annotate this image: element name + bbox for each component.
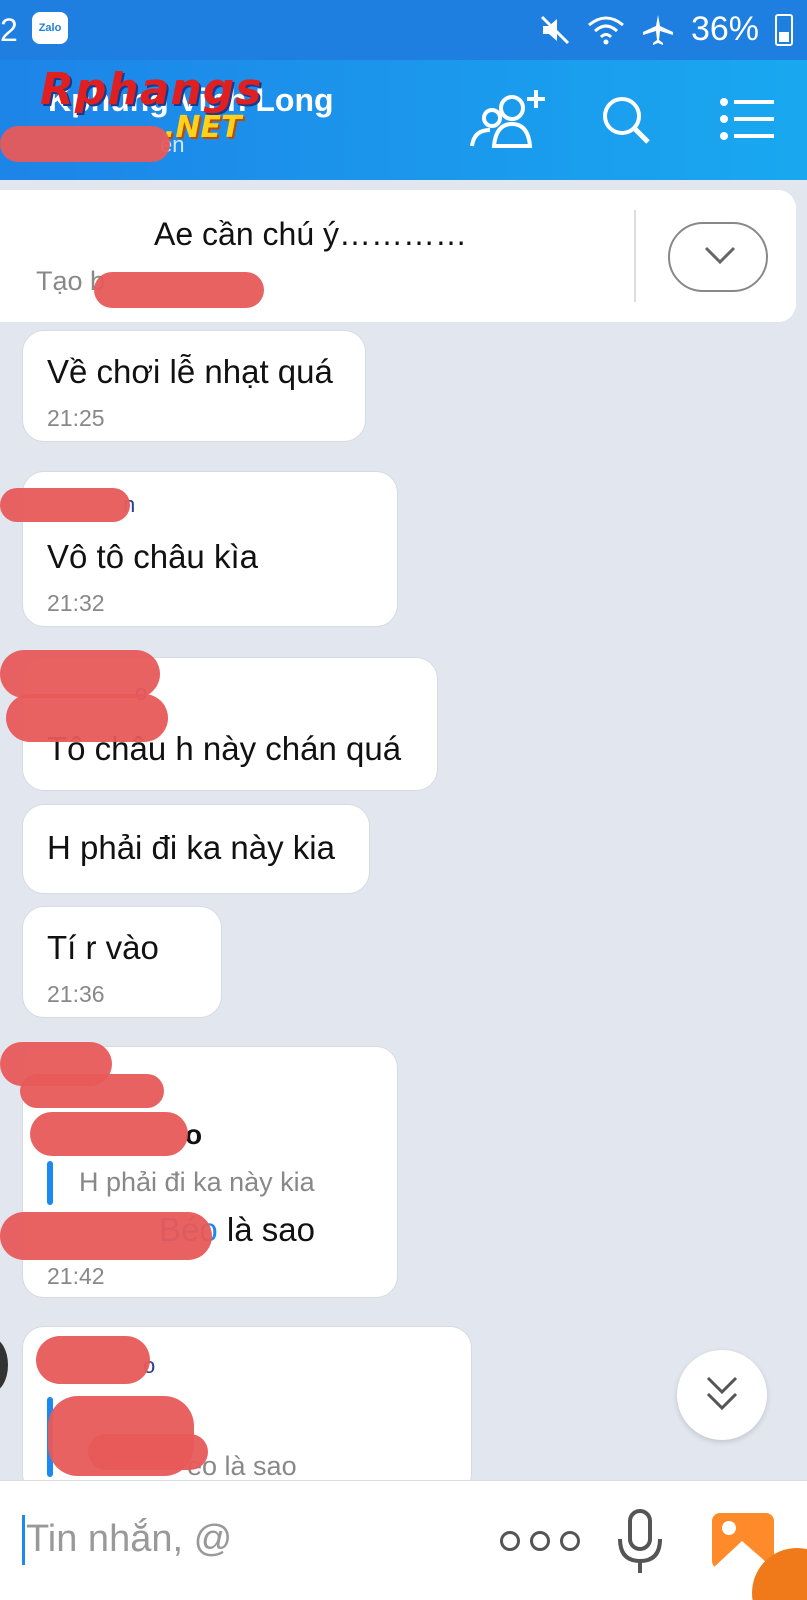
redaction-mark bbox=[30, 1112, 188, 1156]
message-input-bar bbox=[0, 1480, 807, 1600]
message-time: 21:32 bbox=[47, 590, 105, 616]
message-time: 21:36 bbox=[47, 981, 105, 1007]
message-bubble[interactable]: Về chơi lễ nhạt quá 21:25 bbox=[22, 330, 366, 442]
zalo-app-icon: Zalo bbox=[32, 12, 68, 44]
chat-header: Kphung Vinh Long en Rphangs .NET bbox=[0, 60, 807, 180]
scroll-to-bottom-button[interactable] bbox=[677, 1350, 767, 1440]
microphone-icon[interactable] bbox=[612, 1507, 668, 1577]
redaction-mark bbox=[94, 272, 264, 308]
watermark-suffix: .NET bbox=[164, 110, 242, 145]
redaction-mark bbox=[20, 1074, 164, 1108]
redaction-mark bbox=[0, 488, 130, 522]
pinned-text: Ae cần chú ý………… bbox=[154, 216, 467, 252]
redaction-mark bbox=[6, 694, 168, 742]
battery-icon bbox=[775, 13, 793, 46]
message-bubble[interactable]: Tí r vào 21:36 bbox=[22, 906, 222, 1018]
menu-list-icon[interactable] bbox=[720, 98, 774, 140]
text-cursor bbox=[22, 1515, 25, 1565]
divider bbox=[634, 210, 636, 302]
status-number: 2 bbox=[0, 12, 18, 48]
message-text: Vô tô châu kìa bbox=[47, 538, 258, 575]
message-text: Tí r vào bbox=[47, 929, 159, 966]
watermark-logo: Rphangs bbox=[40, 64, 263, 115]
pinned-message[interactable]: Ae cần chú ý………… Tạo b bbox=[0, 190, 796, 322]
message-bubble[interactable]: H phải đi ka này kia bbox=[22, 804, 370, 894]
message-text: Về chơi lễ nhạt quá bbox=[47, 353, 333, 390]
wifi-icon bbox=[587, 16, 624, 44]
redaction-mark bbox=[0, 1212, 212, 1260]
message-input[interactable] bbox=[26, 1509, 466, 1569]
battery-percent: 36% bbox=[690, 10, 759, 48]
quote-bar bbox=[47, 1161, 53, 1205]
redaction-mark bbox=[0, 650, 160, 698]
mute-icon bbox=[540, 15, 569, 44]
airplane-mode-icon bbox=[642, 14, 673, 45]
add-member-icon[interactable] bbox=[468, 88, 548, 152]
redaction-mark bbox=[88, 1434, 208, 1470]
quoted-text: H phải đi ka này kia bbox=[79, 1167, 315, 1197]
message-text: là sao bbox=[217, 1211, 315, 1248]
avatar[interactable] bbox=[0, 1338, 8, 1392]
chevron-down-icon bbox=[704, 246, 736, 265]
message-time: 21:42 bbox=[47, 1263, 105, 1289]
more-options-icon[interactable] bbox=[500, 1531, 580, 1551]
message-text: H phải đi ka này kia bbox=[47, 829, 335, 866]
expand-pinned-button[interactable] bbox=[668, 222, 768, 292]
message-time: 21:25 bbox=[47, 405, 105, 431]
redaction-mark bbox=[36, 1336, 150, 1384]
status-bar: 2 Zalo 36% bbox=[0, 0, 807, 60]
search-icon[interactable] bbox=[600, 94, 652, 146]
redaction-mark bbox=[0, 126, 170, 162]
double-chevron-down-icon bbox=[706, 1376, 738, 1411]
